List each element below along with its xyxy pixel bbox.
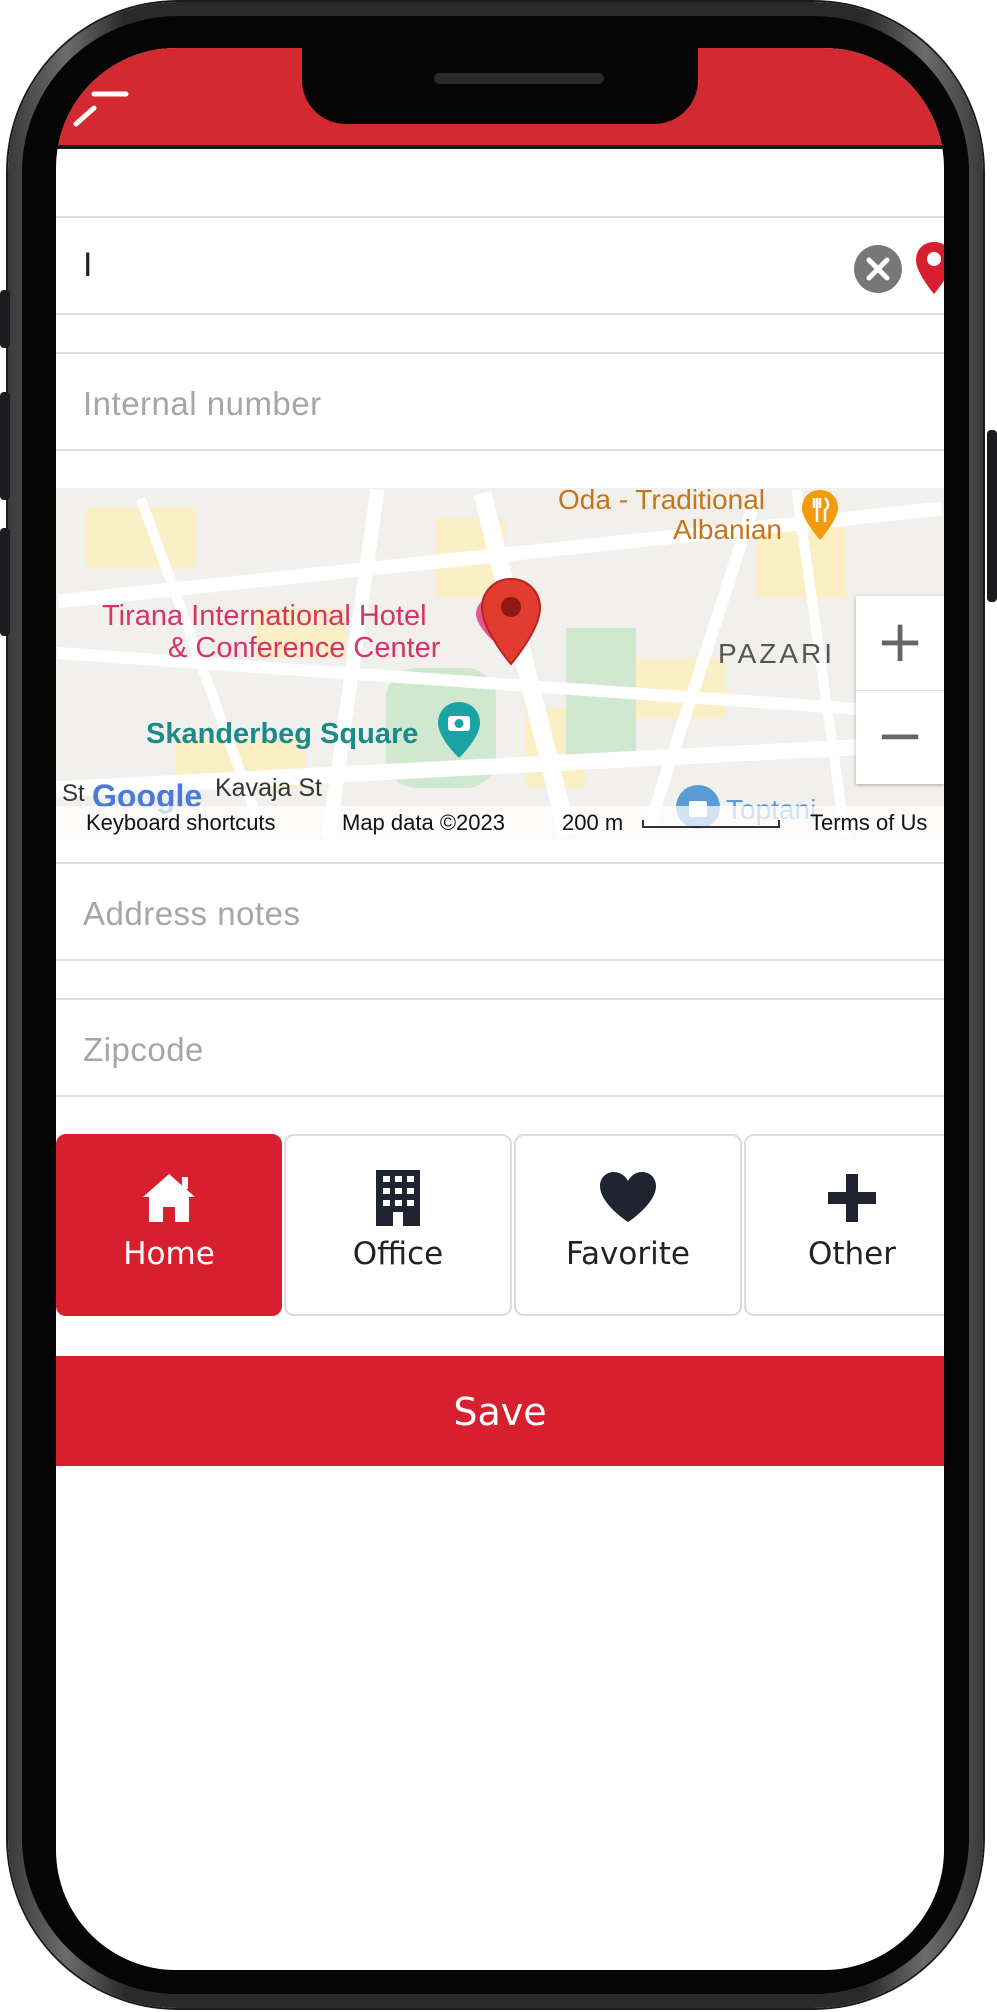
- camera-marker-icon[interactable]: [436, 700, 482, 760]
- address-type-label: Favorite: [566, 1236, 690, 1272]
- address-notes-placeholder: Address notes: [83, 895, 301, 932]
- address-type-label: Home: [123, 1236, 215, 1272]
- map-label-restaurant: Oda - Traditional: [558, 488, 765, 515]
- map-scale-bar: [642, 820, 780, 828]
- power-button: [987, 430, 997, 602]
- zoom-controls: + −: [856, 596, 944, 784]
- zipcode-field[interactable]: Zipcode: [56, 998, 944, 1097]
- volume-down-button: [0, 528, 10, 636]
- location-pin-icon[interactable]: [914, 240, 944, 296]
- address-input[interactable]: I: [83, 218, 92, 313]
- phone-screen: I Internal number Oda - Traditional Alba…: [56, 48, 944, 1970]
- save-button[interactable]: Save: [56, 1356, 944, 1466]
- zoom-out-button[interactable]: −: [856, 690, 944, 784]
- terms-of-use-link[interactable]: Terms of Us: [810, 806, 927, 840]
- zipcode-placeholder: Zipcode: [83, 1031, 204, 1068]
- address-type-favorite-button[interactable]: Favorite: [514, 1134, 742, 1316]
- phone-notch: [302, 48, 698, 124]
- internal-number-field[interactable]: Internal number: [56, 352, 944, 451]
- map-footer: Keyboard shortcuts Map data ©2023 200 m …: [56, 806, 944, 840]
- map-label-street-partial: a St: [56, 780, 85, 807]
- address-type-office-button[interactable]: Office: [284, 1134, 512, 1316]
- map-label-square: Skanderbeg Square: [146, 718, 419, 750]
- map-data-attribution: Map data ©2023: [342, 810, 505, 835]
- internal-number-placeholder: Internal number: [83, 385, 322, 422]
- map-view[interactable]: Oda - Traditional Albanian Tirana Intern…: [56, 488, 944, 840]
- address-field[interactable]: I: [56, 216, 944, 315]
- map-label-street: Kavaja St: [215, 774, 323, 802]
- office-building-icon: [376, 1170, 420, 1226]
- map-scale-label: 200 m: [562, 810, 624, 835]
- address-type-home-button[interactable]: Home: [56, 1134, 282, 1316]
- plus-icon: [828, 1174, 876, 1222]
- volume-up-button: [0, 392, 10, 500]
- map-label-hotel-2: & Conference Center: [168, 632, 441, 664]
- zoom-in-button[interactable]: +: [856, 596, 944, 691]
- speaker-grille: [434, 73, 604, 84]
- map-label-district: PAZARI: [718, 638, 836, 669]
- clear-icon[interactable]: [854, 245, 902, 293]
- heart-icon: [600, 1172, 656, 1222]
- address-type-other-button[interactable]: Other: [744, 1134, 944, 1316]
- map-label-restaurant-2: Albanian: [673, 514, 782, 545]
- address-notes-field[interactable]: Address notes: [56, 862, 944, 961]
- map-label-hotel: Tirana International Hotel: [102, 600, 427, 632]
- home-icon: [143, 1174, 195, 1222]
- address-type-label: Other: [807, 1236, 897, 1272]
- keyboard-shortcuts-link[interactable]: Keyboard shortcuts: [86, 806, 276, 840]
- selected-location-marker-icon[interactable]: [478, 576, 544, 668]
- menu-icon[interactable]: [70, 88, 132, 128]
- mute-switch: [0, 290, 10, 348]
- address-type-label: Office: [352, 1236, 444, 1272]
- restaurant-marker-icon[interactable]: [800, 488, 840, 544]
